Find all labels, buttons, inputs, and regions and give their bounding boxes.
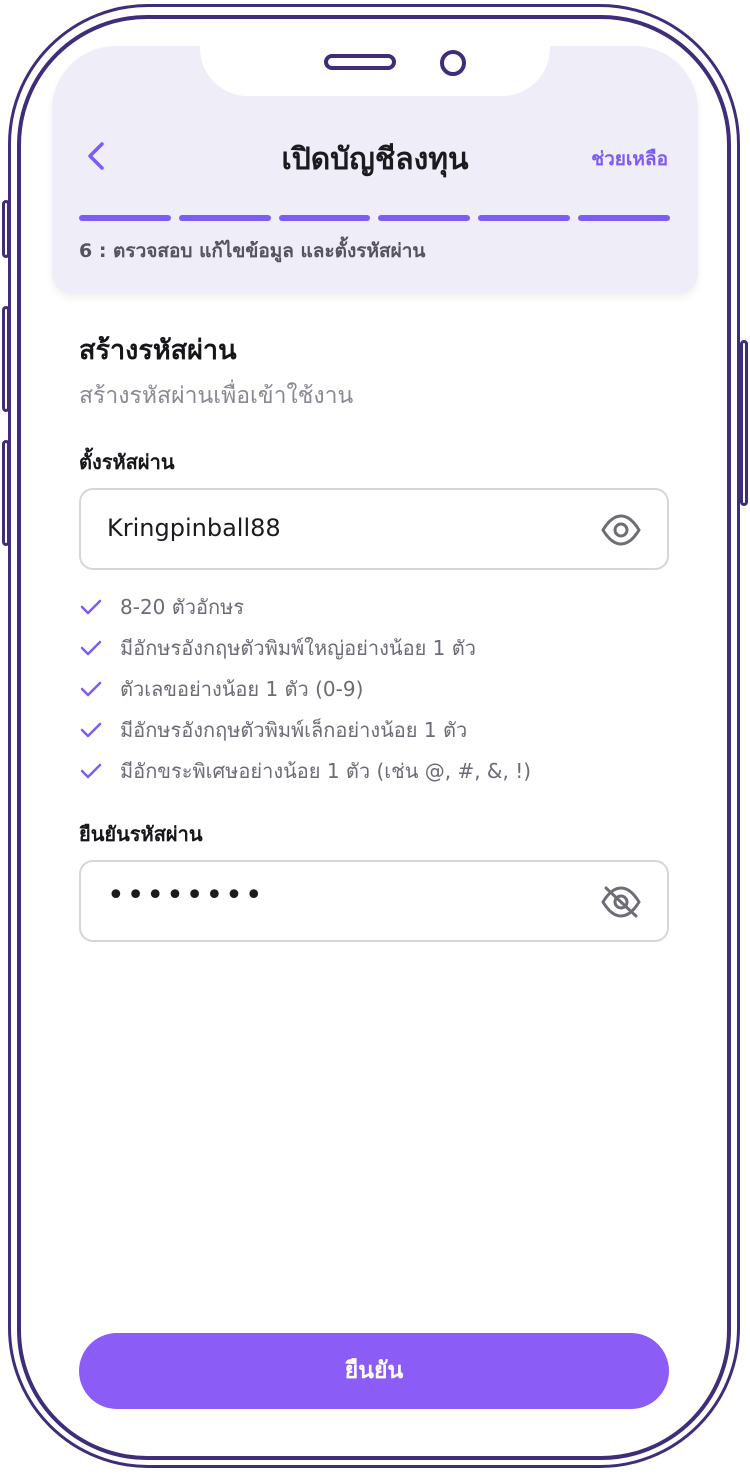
password-rule-text: มีอักษรอังกฤษตัวพิมพ์ใหญ่อย่างน้อย 1 ตัว (120, 635, 476, 660)
section-title: สร้างรหัสผ่าน (79, 335, 237, 366)
check-icon (80, 763, 102, 778)
password-rule-text: 8-20 ตัวอักษร (120, 594, 245, 619)
progress-step (79, 215, 171, 221)
password-rule: มีอักษรอังกฤษตัวพิมพ์เล็กอย่างน้อย 1 ตัว (79, 709, 531, 750)
password-rule-text: มีอักขระพิเศษอย่างน้อย 1 ตัว (เช่น @, #,… (120, 758, 532, 783)
password-field[interactable]: Kringpinball88 (79, 488, 669, 570)
confirm-password-field[interactable]: •••••••• (79, 860, 669, 942)
progress-step (378, 215, 471, 221)
password-rule: มีอักขระพิเศษอย่างน้อย 1 ตัว (เช่น @, #,… (79, 750, 531, 791)
password-label: ตั้งรหัสผ่าน (79, 450, 175, 474)
confirm-password-label: ยืนยันรหัสผ่าน (79, 822, 203, 846)
password-value: Kringpinball88 (107, 514, 281, 542)
password-rule: ตัวเลขอย่างน้อย 1 ตัว (0-9) (79, 668, 531, 709)
password-rule-text: ตัวเลขอย่างน้อย 1 ตัว (0-9) (120, 676, 364, 701)
progress-steps (79, 215, 670, 221)
password-rule: 8-20 ตัวอักษร (79, 586, 531, 627)
progress-step (178, 215, 271, 221)
check-icon (80, 599, 102, 614)
check-icon (80, 681, 102, 696)
password-rules: 8-20 ตัวอักษรมีอักษรอังกฤษตัวพิมพ์ใหญ่อย… (79, 586, 531, 791)
confirm-password-value: •••••••• (107, 878, 265, 913)
progress-step (478, 215, 571, 221)
password-rule-text: มีอักษรอังกฤษตัวพิมพ์เล็กอย่างน้อย 1 ตัว (120, 717, 468, 742)
check-icon (80, 640, 102, 655)
password-rule: มีอักษรอังกฤษตัวพิมพ์ใหญ่อย่างน้อย 1 ตัว (79, 627, 531, 668)
speaker-icon (324, 54, 396, 70)
submit-button[interactable]: ยืนยัน (79, 1333, 669, 1409)
section-subtitle: สร้างรหัสผ่านเพื่อเข้าใช้งาน (79, 383, 354, 409)
eye-off-icon[interactable] (601, 884, 641, 920)
check-icon (80, 722, 102, 737)
help-link[interactable]: ช่วยเหลือ (591, 144, 668, 174)
eye-icon[interactable] (601, 512, 641, 548)
device-side-button (740, 340, 748, 506)
progress-step (278, 215, 371, 221)
step-label: 6 : ตรวจสอบ แก้ไขข้อมูล และตั้งรหัสผ่าน (79, 240, 426, 262)
camera-icon (440, 50, 466, 76)
progress-step (578, 215, 670, 221)
